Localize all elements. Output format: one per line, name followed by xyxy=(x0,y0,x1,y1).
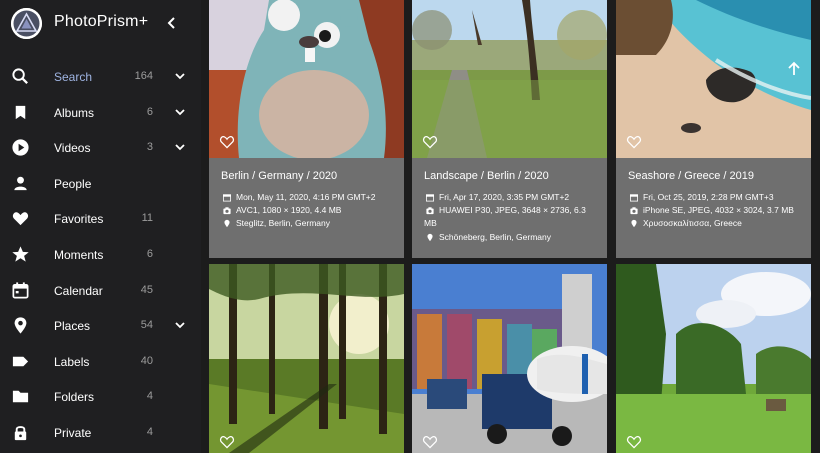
nav-label-favorites: Favorites xyxy=(54,212,104,226)
star-icon xyxy=(12,246,29,262)
nav-item-favorites[interactable]: Favorites 11 xyxy=(0,201,201,236)
photo-card[interactable]: Landscape / Berlin / 2020 Fri, Apr 17, 2… xyxy=(412,0,607,258)
heart-icon xyxy=(12,212,29,226)
chevron-down-icon[interactable] xyxy=(174,70,186,82)
nav-label-calendar: Calendar xyxy=(54,284,103,298)
collapse-sidebar-button[interactable] xyxy=(164,14,180,32)
app-title: PhotoPrism+ xyxy=(54,13,149,30)
nav-label-labels: Labels xyxy=(54,355,90,369)
nav-count-albums: 6 xyxy=(146,106,153,118)
camera-icon xyxy=(630,207,638,215)
card-title[interactable]: Berlin / Germany / 2020 xyxy=(221,170,337,182)
nav-label-people: People xyxy=(54,177,92,191)
photo-card[interactable] xyxy=(412,264,607,453)
favorite-heart-icon[interactable] xyxy=(422,134,438,150)
brand-header: PhotoPrism+ xyxy=(0,0,201,46)
nav-count-folders: 4 xyxy=(146,390,153,402)
nav-count-favorites: 11 xyxy=(141,212,153,224)
photo-card[interactable] xyxy=(209,264,404,453)
calendar-icon xyxy=(223,194,231,202)
nav-count-search: 164 xyxy=(134,70,153,82)
card-title[interactable]: Seashore / Greece / 2019 xyxy=(628,170,754,182)
photo-thumbnail[interactable] xyxy=(412,264,607,453)
map-marker-icon xyxy=(427,233,433,242)
nav-count-moments: 6 xyxy=(146,248,153,260)
photo-thumbnail[interactable] xyxy=(412,0,607,158)
photo-grid: Berlin / Germany / 2020 Mon, May 11, 202… xyxy=(201,0,820,453)
nav-label-folders: Folders xyxy=(54,390,95,404)
chevron-left-icon xyxy=(167,17,175,29)
nav-label-albums: Albums xyxy=(54,106,95,120)
chevron-down-icon[interactable] xyxy=(174,319,186,331)
favorite-heart-icon[interactable] xyxy=(219,134,235,150)
card-title[interactable]: Landscape / Berlin / 2020 xyxy=(424,170,549,182)
nav-item-labels[interactable]: Labels 40 xyxy=(0,344,201,379)
nav-label-search: Search xyxy=(54,70,93,84)
camera-icon xyxy=(426,207,434,215)
person-icon xyxy=(14,176,27,191)
bookmark-icon xyxy=(15,105,26,120)
label-icon xyxy=(12,356,29,367)
folder-icon xyxy=(12,390,29,403)
calendar-icon xyxy=(426,194,434,202)
nav-item-folders[interactable]: Folders 4 xyxy=(0,379,201,414)
map-marker-icon xyxy=(14,317,27,334)
nav-item-calendar[interactable]: Calendar 45 xyxy=(0,273,201,308)
camera-icon xyxy=(223,207,231,215)
nav-count-private: 4 xyxy=(146,426,153,438)
nav-item-videos[interactable]: Videos 3 xyxy=(0,130,201,165)
lock-icon xyxy=(14,426,27,441)
nav-item-search[interactable]: Search 164 xyxy=(0,59,201,94)
nav-label-private: Private xyxy=(54,426,92,440)
nav-count-places: 54 xyxy=(140,319,153,331)
chevron-down-icon[interactable] xyxy=(174,106,186,118)
favorite-heart-icon[interactable] xyxy=(219,434,235,450)
nav-item-people[interactable]: People xyxy=(0,166,201,201)
photoprism-logo[interactable] xyxy=(11,8,42,39)
nav-label-moments: Moments xyxy=(54,248,104,262)
photo-thumbnail[interactable] xyxy=(616,264,811,453)
calendar-icon xyxy=(630,194,638,202)
arrow-up-icon[interactable] xyxy=(786,61,802,77)
favorite-heart-icon[interactable] xyxy=(422,434,438,450)
nav-count-calendar: 45 xyxy=(140,284,153,296)
favorite-heart-icon[interactable] xyxy=(626,134,642,150)
favorite-heart-icon[interactable] xyxy=(626,434,642,450)
photo-card[interactable]: Berlin / Germany / 2020 Mon, May 11, 202… xyxy=(209,0,404,258)
calendar-icon xyxy=(12,282,29,299)
nav-item-private[interactable]: Private 4 xyxy=(0,415,201,450)
nav-label-videos: Videos xyxy=(54,141,91,155)
nav-count-labels: 40 xyxy=(140,355,153,367)
nav-item-albums[interactable]: Albums 6 xyxy=(0,95,201,130)
photo-card[interactable] xyxy=(616,264,811,453)
play-circle-icon xyxy=(12,139,29,156)
map-marker-icon xyxy=(631,219,637,228)
map-marker-icon xyxy=(224,219,230,228)
photo-thumbnail[interactable] xyxy=(209,0,404,158)
nav-count-videos: 3 xyxy=(146,141,153,153)
photo-thumbnail[interactable] xyxy=(616,0,811,158)
search-icon xyxy=(12,68,28,84)
photo-card[interactable]: Seashore / Greece / 2019 Fri, Oct 25, 20… xyxy=(616,0,811,258)
sidebar: PhotoPrism+ Search 164 Albums 6 Videos 3… xyxy=(0,0,201,453)
chevron-down-icon[interactable] xyxy=(174,141,186,153)
nav-item-moments[interactable]: Moments 6 xyxy=(0,237,201,272)
nav-item-places[interactable]: Places 54 xyxy=(0,308,201,343)
photo-thumbnail[interactable] xyxy=(209,264,404,453)
nav-label-places: Places xyxy=(54,319,91,333)
